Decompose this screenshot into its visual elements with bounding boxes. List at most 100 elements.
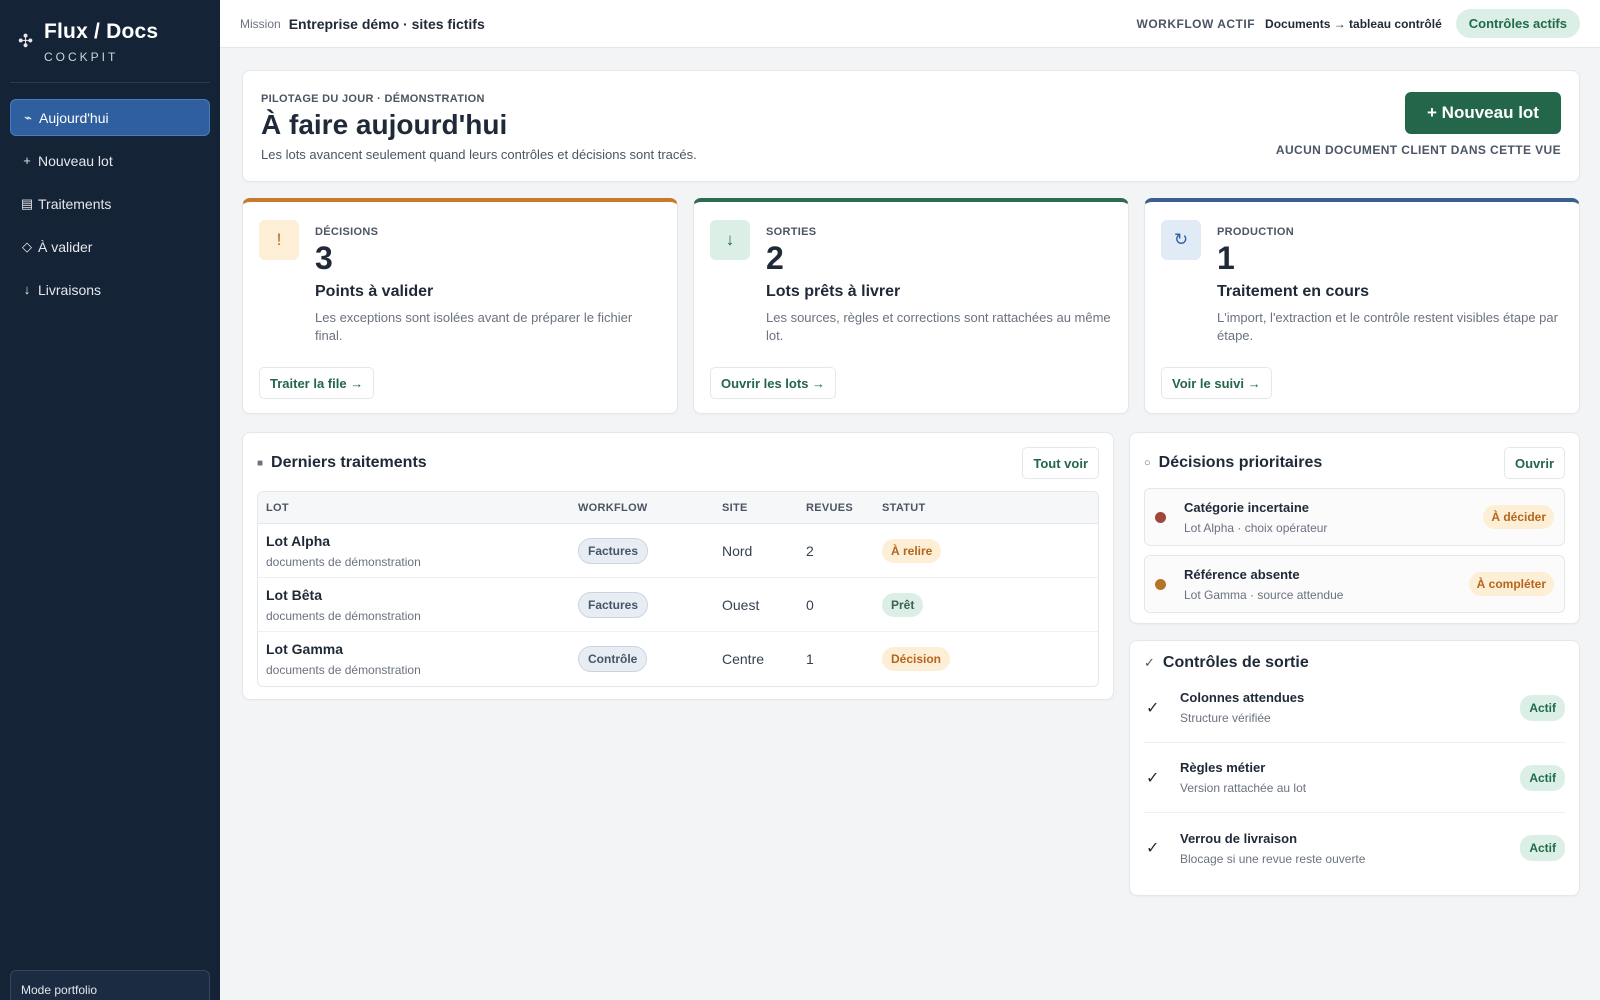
lot-name: Lot Alpha (266, 532, 331, 549)
lot-description: documents de démonstration (266, 608, 421, 623)
output-controls-card: ✓ Contrôles de sortie ✓ Colonnes attendu… (1129, 640, 1580, 896)
lot-name: Lot Bêta (266, 586, 322, 603)
open-lots-button[interactable]: Ouvrir les lots → (710, 367, 837, 399)
reviews-cell: 2 (806, 542, 814, 559)
decision-item[interactable]: Catégorie incertaine Lot Alpha · choix o… (1144, 488, 1565, 546)
move-icon: ✣ (18, 31, 34, 51)
status-badge: À relire (882, 538, 942, 563)
open-decisions-button[interactable]: Ouvrir (1503, 447, 1565, 479)
stat-card-production: ↻ PRODUCTION 1 Traitement en cours L'imp… (1144, 198, 1580, 414)
hero-card: PILOTAGE DU JOUR · DÉMONSTRATION À faire… (242, 70, 1580, 182)
priority-dot (1155, 511, 1166, 523)
stat-description: Les exceptions sont isolées avant de pré… (315, 310, 633, 343)
stat-number: 1 (1217, 240, 1235, 276)
processing-table: LOT WORKFLOW SITE REVUES STATUT Lot Alph… (257, 491, 1099, 687)
brand-title: Flux / Docs (44, 20, 159, 43)
site-cell: Nord (722, 542, 753, 559)
stat-card-decisions: ! DÉCISIONS 3 Points à valider Les excep… (242, 198, 678, 414)
stat-number: 3 (315, 240, 333, 276)
control-title: Colonnes attendues (1180, 690, 1305, 705)
stat-label: DÉCISIONS (315, 226, 379, 238)
check-icon: ✓ (1146, 699, 1160, 717)
topbar: Mission Entreprise démo · sites fictifs … (220, 0, 1600, 48)
table-row[interactable]: Lot Bêta documents de démonstration Fact… (258, 578, 1098, 632)
sidebar-item-label: Aujourd'hui (39, 109, 109, 126)
section-title: Contrôles de sortie (1162, 654, 1309, 671)
list-icon: ■ (257, 457, 264, 469)
column-header: SITE (722, 501, 748, 514)
site-cell: Centre (722, 651, 765, 667)
brand: ✣ Flux / Docs COCKPIT (10, 0, 210, 83)
sidebar-item-livraisons[interactable]: ↓ Livraisons (10, 271, 210, 308)
workflow-label: WORKFLOW ACTIF (1136, 16, 1256, 31)
sidebar-item-label: Nouveau lot (38, 152, 113, 169)
refresh-icon: ↻ (1161, 220, 1201, 260)
priority-dot (1155, 578, 1166, 590)
status-badge: Décision (882, 647, 951, 671)
status-badge: Prêt (882, 592, 924, 617)
portfolio-mode-button[interactable]: Mode portfolio (10, 970, 210, 1000)
stat-card-sorties: ↓ SORTIES 2 Lots prêts à livrer Les sour… (693, 198, 1129, 414)
control-status-badge: Actif (1520, 694, 1565, 721)
plus-icon: + (23, 153, 31, 168)
arrow-down-icon: ↓ (710, 220, 750, 260)
control-status-badge: Actif (1520, 835, 1565, 861)
mission-value: Entreprise démo · sites fictifs (288, 15, 485, 32)
sidebar-item-a-valider[interactable]: ◇ À valider (10, 228, 210, 265)
warning-icon: ! (259, 220, 299, 260)
sidebar-item-nouveau-lot[interactable]: + Nouveau lot (10, 142, 210, 179)
circle-icon: ○ (1144, 457, 1151, 469)
lot-description: documents de démonstration (266, 663, 421, 677)
control-subtitle: Structure vérifiée (1180, 711, 1271, 725)
topbar-right: WORKFLOW ACTIF Documents → tableau contr… (1137, 9, 1580, 38)
recent-processing-card: ■ Derniers traitements Tout voir LOT WOR… (242, 432, 1114, 700)
see-all-button[interactable]: Tout voir (1022, 447, 1099, 479)
new-lot-button[interactable]: + Nouveau lot (1405, 92, 1561, 134)
hero-eyebrow: PILOTAGE DU JOUR · DÉMONSTRATION (261, 93, 485, 105)
control-title: Règles métier (1180, 760, 1266, 775)
page-title: À faire aujourd'hui (261, 109, 508, 140)
workflow-badge: Factures (578, 591, 649, 618)
sidebar: ✣ Flux / Docs COCKPIT ⌁ Aujourd'hui + No… (0, 0, 220, 1000)
check-icon: ✓ (1146, 769, 1160, 787)
reviews-cell: 1 (806, 651, 814, 667)
hero-note: AUCUN DOCUMENT CLIENT DANS CETTE VUE (1275, 143, 1561, 157)
control-item: ✓ Colonnes attendues Structure vérifiée … (1144, 673, 1565, 743)
sidebar-nav: ⌁ Aujourd'hui + Nouveau lot ▤ Traitement… (0, 83, 220, 330)
sidebar-item-label: Traitements (38, 195, 112, 212)
sidebar-item-aujourdhui[interactable]: ⌁ Aujourd'hui (10, 99, 210, 136)
control-title: Verrou de livraison (1180, 830, 1298, 846)
sidebar-item-label: Livraisons (38, 281, 102, 298)
sidebar-item-traitements[interactable]: ▤ Traitements (10, 185, 210, 222)
column-header: LOT (266, 501, 289, 514)
view-tracking-button[interactable]: Voir le suivi → (1161, 367, 1272, 399)
workflow-value: Documents → tableau contrôlé (1265, 16, 1442, 31)
control-subtitle: Blocage si une revue reste ouverte (1180, 851, 1366, 866)
site-cell: Ouest (722, 596, 760, 613)
decision-title: Catégorie incertaine (1184, 499, 1309, 515)
reviews-cell: 0 (806, 596, 814, 613)
process-queue-button[interactable]: Traiter la file → (259, 367, 375, 399)
column-header: WORKFLOW (578, 501, 648, 514)
control-status-badge: Actif (1520, 764, 1565, 791)
stat-title: Points à valider (315, 283, 434, 300)
diamond-icon: ◇ (22, 238, 32, 254)
stat-label: SORTIES (766, 226, 817, 238)
controls-active-pill[interactable]: Contrôles actifs (1455, 9, 1580, 38)
mission-label: Mission (240, 16, 281, 31)
decision-subtitle: Lot Alpha · choix opérateur (1184, 520, 1328, 535)
workflow-badge: Factures (578, 537, 649, 564)
table-row[interactable]: Lot Gamma documents de démonstration Con… (258, 632, 1098, 686)
table-row[interactable]: Lot Alpha documents de démonstration Fac… (258, 524, 1098, 578)
lot-description: documents de démonstration (266, 554, 421, 569)
lot-name: Lot Gamma (266, 641, 344, 657)
brand-subtitle: COCKPIT (44, 50, 119, 64)
stat-description: Les sources, règles et corrections sont … (766, 310, 1111, 343)
check-icon: ✓ (1144, 655, 1155, 670)
workflow-badge: Contrôle (578, 646, 648, 672)
list-icon: ▤ (20, 195, 34, 211)
stat-label: PRODUCTION (1217, 226, 1294, 238)
decision-subtitle: Lot Gamma · source attendue (1184, 587, 1344, 602)
priority-decisions-card: ○ Décisions prioritaires Ouvrir Catégori… (1129, 432, 1580, 624)
decision-item[interactable]: Référence absente Lot Gamma · source att… (1144, 555, 1565, 613)
